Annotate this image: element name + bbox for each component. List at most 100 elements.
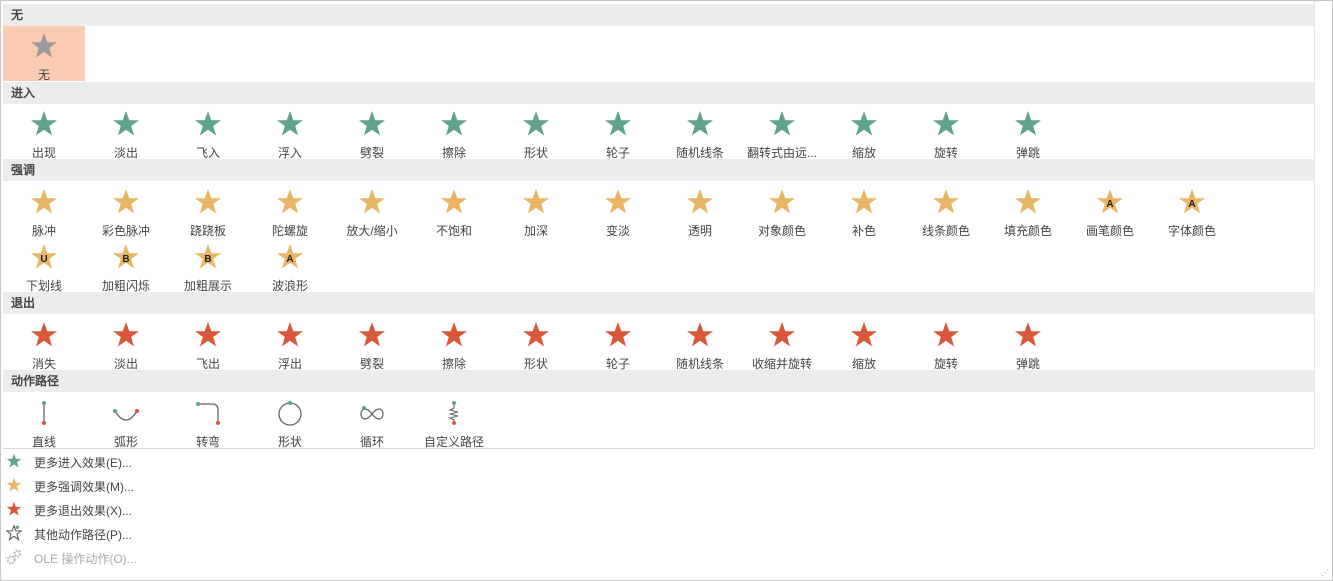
effect-item[interactable]: B 加粗闪烁 <box>85 237 167 293</box>
effect-item[interactable]: A 画笔颜色 <box>1069 182 1151 238</box>
fade-icon <box>112 104 140 143</box>
effect-item[interactable]: 旋转 <box>905 315 987 371</box>
effect-item[interactable]: 线条颜色 <box>905 182 987 238</box>
effect-item[interactable]: 弧形 <box>85 393 167 449</box>
effect-item[interactable]: 弹跳 <box>987 104 1069 160</box>
line-path-icon <box>30 393 58 432</box>
grow-turn-icon <box>768 104 796 143</box>
turn-path-icon <box>194 393 222 432</box>
effect-item[interactable]: 收缩并旋转 <box>741 315 823 371</box>
effect-item[interactable]: 劈裂 <box>331 104 413 160</box>
menu-item-more-entrance[interactable]: 更多进入效果(E)... <box>3 450 137 474</box>
zoom-icon <box>850 315 878 354</box>
effect-item[interactable]: 轮子 <box>577 104 659 160</box>
effect-item[interactable]: 擦除 <box>413 315 495 371</box>
transparency-icon <box>686 182 714 221</box>
effect-item[interactable]: 循环 <box>331 393 413 449</box>
swivel-icon <box>932 104 960 143</box>
effect-item[interactable]: 透明 <box>659 182 741 238</box>
menu-item-label: OLE 操作动作(O)... <box>34 551 137 566</box>
separator <box>3 448 1314 449</box>
effect-item[interactable]: 陀螺旋 <box>249 182 331 238</box>
effect-item[interactable]: A 波浪形 <box>249 237 331 293</box>
effect-label: 线条颜色 <box>921 224 970 238</box>
effect-item[interactable]: 浮入 <box>249 104 331 160</box>
effect-item[interactable]: 直线 <box>3 393 85 449</box>
section-header-path: 动作路径 <box>3 370 1314 392</box>
star-icon <box>3 453 34 472</box>
effect-item[interactable]: 随机线条 <box>659 315 741 371</box>
animation-gallery: 无无进入 出现 淡出 飞入 浮入 劈裂 擦除 形状 轮子 随机线条 翻转式由远... 缩放 旋转 弹跳 强调… <box>0 0 1333 581</box>
effect-item[interactable]: 不饱和 <box>413 182 495 238</box>
effect-item[interactable]: B 加粗展示 <box>167 237 249 293</box>
effect-item[interactable]: 劈裂 <box>331 315 413 371</box>
zoom-icon <box>850 104 878 143</box>
bold-flash-icon: B <box>112 237 140 276</box>
effect-item[interactable]: 形状 <box>249 393 331 449</box>
pulse-icon <box>30 182 58 221</box>
effect-item[interactable]: 旋转 <box>905 104 987 160</box>
effect-label: 不饱和 <box>435 224 472 238</box>
menu-item-more-exit[interactable]: 更多退出效果(X)... <box>3 498 137 522</box>
effect-item[interactable]: 自定义路径 <box>413 393 495 449</box>
gears-icon <box>3 549 34 568</box>
effect-item[interactable]: 无 <box>3 26 85 82</box>
effect-item[interactable]: 加深 <box>495 182 577 238</box>
effect-item[interactable]: 形状 <box>495 104 577 160</box>
effect-item[interactable]: 轮子 <box>577 315 659 371</box>
effect-item[interactable]: U 下划线 <box>3 237 85 293</box>
object-color-icon <box>768 182 796 221</box>
effect-item[interactable]: 淡出 <box>85 315 167 371</box>
effect-item[interactable]: 出现 <box>3 104 85 160</box>
effect-item[interactable]: 填充颜色 <box>987 182 1069 238</box>
shape-icon <box>522 104 550 143</box>
section-header-entrance: 进入 <box>3 82 1314 104</box>
effect-item[interactable]: 缩放 <box>823 104 905 160</box>
effect-item[interactable]: 对象颜色 <box>741 182 823 238</box>
effect-item[interactable]: 补色 <box>823 182 905 238</box>
svg-text:A: A <box>286 254 293 265</box>
disappear-icon <box>30 315 58 354</box>
split-icon <box>358 315 386 354</box>
star-icon <box>3 477 34 496</box>
effect-label: 无 <box>37 68 50 82</box>
svg-text:B: B <box>122 254 129 265</box>
teeter-icon <box>194 182 222 221</box>
arc-path-icon <box>112 393 140 432</box>
effect-item[interactable]: 飞出 <box>167 315 249 371</box>
underline-icon: U <box>30 237 58 276</box>
menu-item-more-path[interactable]: 其他动作路径(P)... <box>3 522 137 546</box>
section-header-none: 无 <box>3 4 1314 26</box>
effect-item[interactable]: 形状 <box>495 315 577 371</box>
effect-item[interactable]: 随机线条 <box>659 104 741 160</box>
effect-item[interactable]: 浮出 <box>249 315 331 371</box>
effect-item[interactable]: 淡出 <box>85 104 167 160</box>
desaturate-icon <box>440 182 468 221</box>
resize-grip[interactable]: ⋰ <box>1321 569 1329 577</box>
menu-item-more-ole[interactable]: OLE 操作动作(O)... <box>3 546 137 570</box>
effect-item[interactable]: 转弯 <box>167 393 249 449</box>
wipe-icon <box>440 104 468 143</box>
effect-item[interactable]: 彩色脉冲 <box>85 182 167 238</box>
fade-icon <box>112 315 140 354</box>
loop-path-icon <box>358 393 386 432</box>
effect-item[interactable]: A 字体颜色 <box>1151 182 1233 238</box>
grow-shrink-icon <box>358 182 386 221</box>
effect-item[interactable]: 飞入 <box>167 104 249 160</box>
effect-item[interactable]: 擦除 <box>413 104 495 160</box>
section-items-none: 无 <box>3 26 1314 82</box>
effect-item[interactable]: 弹跳 <box>987 315 1069 371</box>
effect-item[interactable]: 脉冲 <box>3 182 85 238</box>
effect-item[interactable]: 跷跷板 <box>167 182 249 238</box>
effect-item[interactable]: 缩放 <box>823 315 905 371</box>
effect-item[interactable]: 翻转式由远... <box>741 104 823 160</box>
star-icon <box>3 523 34 544</box>
effect-item[interactable]: 放大/缩小 <box>331 182 413 238</box>
split-icon <box>358 104 386 143</box>
section-items-emphasis: 脉冲 彩色脉冲 跷跷板 陀螺旋 放大/缩小 不饱和 加深 变淡 透明 对象颜色 补色 线条颜色 填充颜色… <box>3 182 1314 293</box>
effect-item[interactable]: 消失 <box>3 315 85 371</box>
menu-item-more-emphasis[interactable]: 更多强调效果(M)... <box>3 474 137 498</box>
effect-item[interactable]: 变淡 <box>577 182 659 238</box>
spin-icon <box>276 182 304 221</box>
swivel-icon <box>932 315 960 354</box>
